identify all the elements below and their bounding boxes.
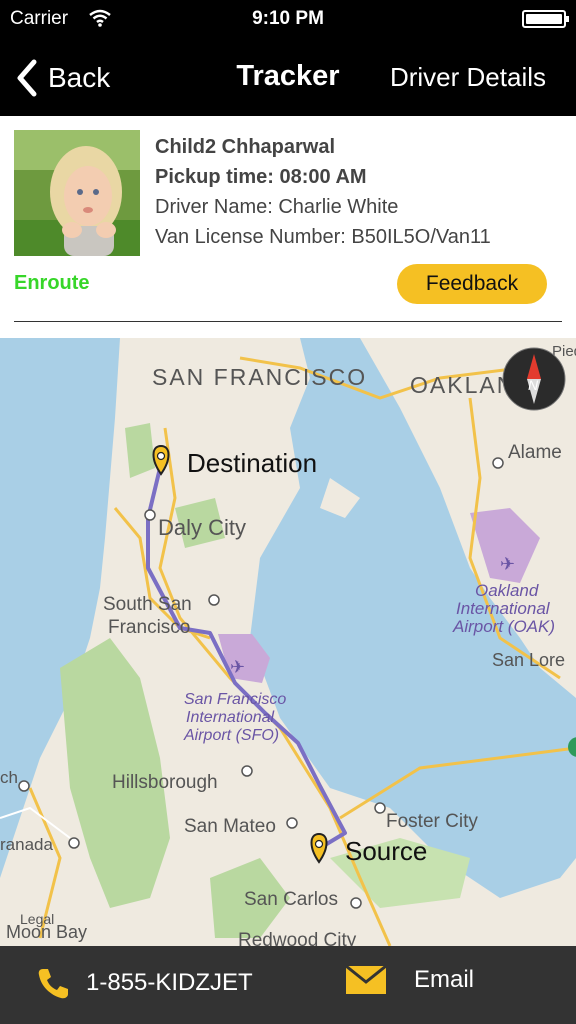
- airport-oak-icon: ✈: [500, 554, 515, 574]
- child-photo: [14, 130, 140, 256]
- status-bar: Carrier 9:10 PM: [0, 0, 576, 40]
- map-label-south-sf-1: South San: [103, 594, 192, 615]
- map-label-sfo-1: San Francisco: [184, 691, 286, 708]
- map-label-sfo-2: International: [186, 709, 275, 726]
- map-label-south-sf-2: Francisco: [108, 617, 190, 638]
- destination-label: Destination: [187, 448, 317, 478]
- trip-status: Enroute: [14, 272, 90, 294]
- map-label-alameda: Alame: [508, 442, 562, 463]
- pickup-time: Pickup time: 08:00 AM: [155, 166, 367, 188]
- phone-icon: [38, 969, 68, 999]
- phone-number: 1-855-KIDZJET: [86, 969, 253, 996]
- map-label-oak-airport-3: Airport (OAK): [452, 617, 555, 636]
- map-label-san-lorenzo: San Lore: [492, 650, 565, 670]
- map-label-hillsborough: Hillsborough: [112, 772, 218, 793]
- email-button[interactable]: Email: [346, 966, 474, 994]
- map-label-granada: ranada: [0, 835, 53, 854]
- map-label-oak-airport-2: International: [456, 599, 551, 618]
- child-details: Child2 Chhaparwal Pickup time: 08:00 AM …: [155, 132, 491, 252]
- van-license-number: Van License Number: B50IL5O/Van11: [155, 226, 491, 248]
- map-label-oakland: OAKLAN: [410, 372, 515, 398]
- compass-n-label: N: [528, 377, 539, 393]
- map-label-moon-bay: Moon Bay: [6, 922, 87, 942]
- chevron-left-icon: [17, 59, 37, 97]
- route-map[interactable]: SAN FRANCISCO OAKLAN Alame Daly City Sou…: [0, 338, 576, 946]
- child-name: Child2 Chhaparwal: [155, 136, 336, 158]
- mail-icon: [346, 966, 386, 994]
- map-label-sfo-3: Airport (SFO): [183, 727, 279, 744]
- compass-icon[interactable]: N: [502, 347, 566, 411]
- source-label: Source: [345, 836, 427, 866]
- map-label-san-francisco: SAN FRANCISCO: [152, 364, 367, 390]
- map-label-foster-city: Foster City: [386, 811, 478, 832]
- map-label-san-carlos: San Carlos: [244, 889, 338, 910]
- map-label-oak-airport-1: Oakland: [475, 581, 539, 600]
- child-info-panel: Child2 Chhaparwal Pickup time: 08:00 AM …: [0, 116, 576, 338]
- contact-bar: 1-855-KIDZJET Email: [0, 946, 576, 1024]
- divider: [14, 321, 562, 322]
- battery-icon: [522, 10, 569, 28]
- navigation-bar: Back Tracker Driver Details: [0, 40, 576, 116]
- driver-details-button[interactable]: Driver Details: [390, 62, 546, 93]
- map-label-daly-city: Daly City: [158, 515, 246, 540]
- airport-sfo-icon: ✈: [230, 657, 245, 677]
- call-button[interactable]: 1-855-KIDZJET: [36, 966, 253, 1000]
- feedback-button[interactable]: Feedback: [397, 264, 547, 304]
- status-time: 9:10 PM: [252, 8, 324, 29]
- map-label-redwood-city: Redwood City: [238, 930, 357, 946]
- map-label-san-mateo: San Mateo: [184, 816, 276, 837]
- map-label-ch: ch: [0, 768, 18, 787]
- driver-name: Driver Name: Charlie White: [155, 196, 399, 218]
- back-button[interactable]: Back: [12, 58, 110, 98]
- email-label: Email: [414, 966, 475, 993]
- back-label: Back: [48, 62, 111, 93]
